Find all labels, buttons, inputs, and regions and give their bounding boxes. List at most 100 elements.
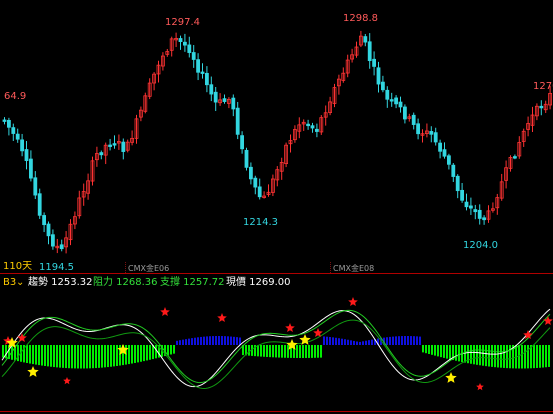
- histogram-bar: [302, 345, 304, 358]
- histogram-bar: [35, 345, 37, 365]
- price-label-right-edge: 1270: [533, 81, 553, 92]
- histogram-bar: [233, 336, 235, 345]
- histogram-bar: [101, 345, 103, 368]
- histogram-bar: [197, 337, 199, 345]
- candle-body: [455, 175, 460, 192]
- candle-body: [451, 164, 456, 177]
- histogram-bar: [401, 336, 403, 345]
- histogram-bar: [521, 345, 523, 369]
- candle-body: [178, 38, 183, 42]
- histogram-bar: [323, 336, 325, 345]
- histogram-bar: [437, 345, 439, 357]
- contract-divider-1: [125, 262, 126, 273]
- indicator-support-value: 支撐 1257.72: [160, 277, 225, 288]
- candle-body: [257, 186, 262, 198]
- histogram-bar: [53, 345, 55, 368]
- histogram-bar: [269, 345, 271, 358]
- indicator-resistance-value: 阻力 1268.36: [93, 277, 158, 288]
- histogram-bar: [68, 345, 70, 369]
- candle-body: [7, 119, 11, 128]
- histogram-bar: [485, 345, 487, 367]
- histogram-bar: [410, 336, 412, 345]
- histogram-bar: [416, 336, 418, 345]
- histogram-bar: [428, 345, 430, 355]
- histogram-bar: [335, 337, 337, 345]
- candle-body: [460, 189, 465, 201]
- candle-body: [376, 67, 381, 85]
- histogram-bar: [386, 337, 388, 345]
- histogram-bar: [287, 345, 289, 358]
- histogram-bar: [440, 345, 442, 358]
- histogram-bar: [503, 345, 505, 368]
- histogram-bar: [50, 345, 52, 367]
- histogram-bar: [482, 345, 484, 366]
- histogram-bar: [104, 345, 106, 368]
- candle-body: [306, 123, 311, 127]
- price-label-low-1: 1194.5: [39, 262, 74, 273]
- histogram-bar: [425, 345, 427, 354]
- candle-body: [196, 59, 201, 73]
- histogram-bar: [215, 336, 217, 345]
- histogram-bar: [179, 340, 181, 345]
- indicator-id[interactable]: B3: [3, 277, 16, 288]
- candle-body: [121, 141, 126, 152]
- histogram-bar: [2, 345, 4, 358]
- histogram-bar: [272, 345, 274, 358]
- histogram-bar: [419, 336, 421, 345]
- candle-body: [468, 205, 473, 209]
- histogram-bar: [494, 345, 496, 368]
- histogram-bar: [491, 345, 493, 367]
- histogram-bar: [275, 345, 277, 358]
- histogram-bar: [155, 345, 157, 359]
- candle-body: [20, 139, 25, 152]
- histogram-bar: [224, 336, 226, 345]
- candle-body: [416, 123, 421, 135]
- histogram-bar: [47, 345, 49, 367]
- candle-body: [464, 201, 469, 208]
- histogram-bar: [263, 345, 265, 357]
- histogram-bar: [449, 345, 451, 360]
- histogram-bar: [209, 336, 211, 345]
- timeframe-label[interactable]: 110天: [3, 262, 32, 272]
- candle-body: [46, 223, 51, 237]
- histogram-bar: [230, 336, 232, 345]
- chevron-down-icon[interactable]: ⌄: [16, 277, 24, 288]
- histogram-bar: [83, 345, 85, 369]
- histogram-bar: [95, 345, 97, 369]
- histogram-bar: [221, 336, 223, 345]
- candle-body: [28, 158, 33, 179]
- candle-body: [314, 128, 319, 132]
- histogram-bar: [5, 345, 7, 359]
- candle-body: [389, 99, 394, 102]
- signal-star-icon: [476, 383, 484, 391]
- candle-body: [398, 101, 403, 108]
- histogram-bar: [107, 345, 109, 368]
- histogram-bar: [413, 336, 415, 345]
- candle-body: [473, 209, 478, 213]
- contract-marker-1: CMX金E06: [128, 264, 170, 273]
- candle-body: [310, 125, 315, 129]
- candle-body: [411, 114, 416, 125]
- histogram-bar: [473, 345, 475, 365]
- candle-body: [402, 106, 407, 120]
- histogram-bar: [476, 345, 478, 365]
- histogram-bar: [194, 337, 196, 345]
- histogram-bar: [311, 345, 313, 358]
- histogram-bar: [314, 345, 316, 358]
- candle-body: [446, 155, 451, 165]
- histogram-bar: [74, 345, 76, 369]
- histogram-bar: [59, 345, 61, 368]
- histogram-bar: [527, 345, 529, 369]
- histogram-bar: [353, 340, 355, 345]
- chart-canvas[interactable]: [0, 0, 553, 414]
- histogram-bar: [131, 345, 133, 364]
- histogram-bar: [89, 345, 91, 369]
- histogram-bar: [146, 345, 148, 361]
- histogram-bar: [332, 337, 334, 345]
- histogram-bar: [38, 345, 40, 366]
- panel-separator: [0, 273, 553, 274]
- histogram-bar: [470, 345, 472, 364]
- histogram-bar: [149, 345, 151, 360]
- histogram-bar: [434, 345, 436, 356]
- price-label-low-2: 1214.3: [243, 217, 278, 228]
